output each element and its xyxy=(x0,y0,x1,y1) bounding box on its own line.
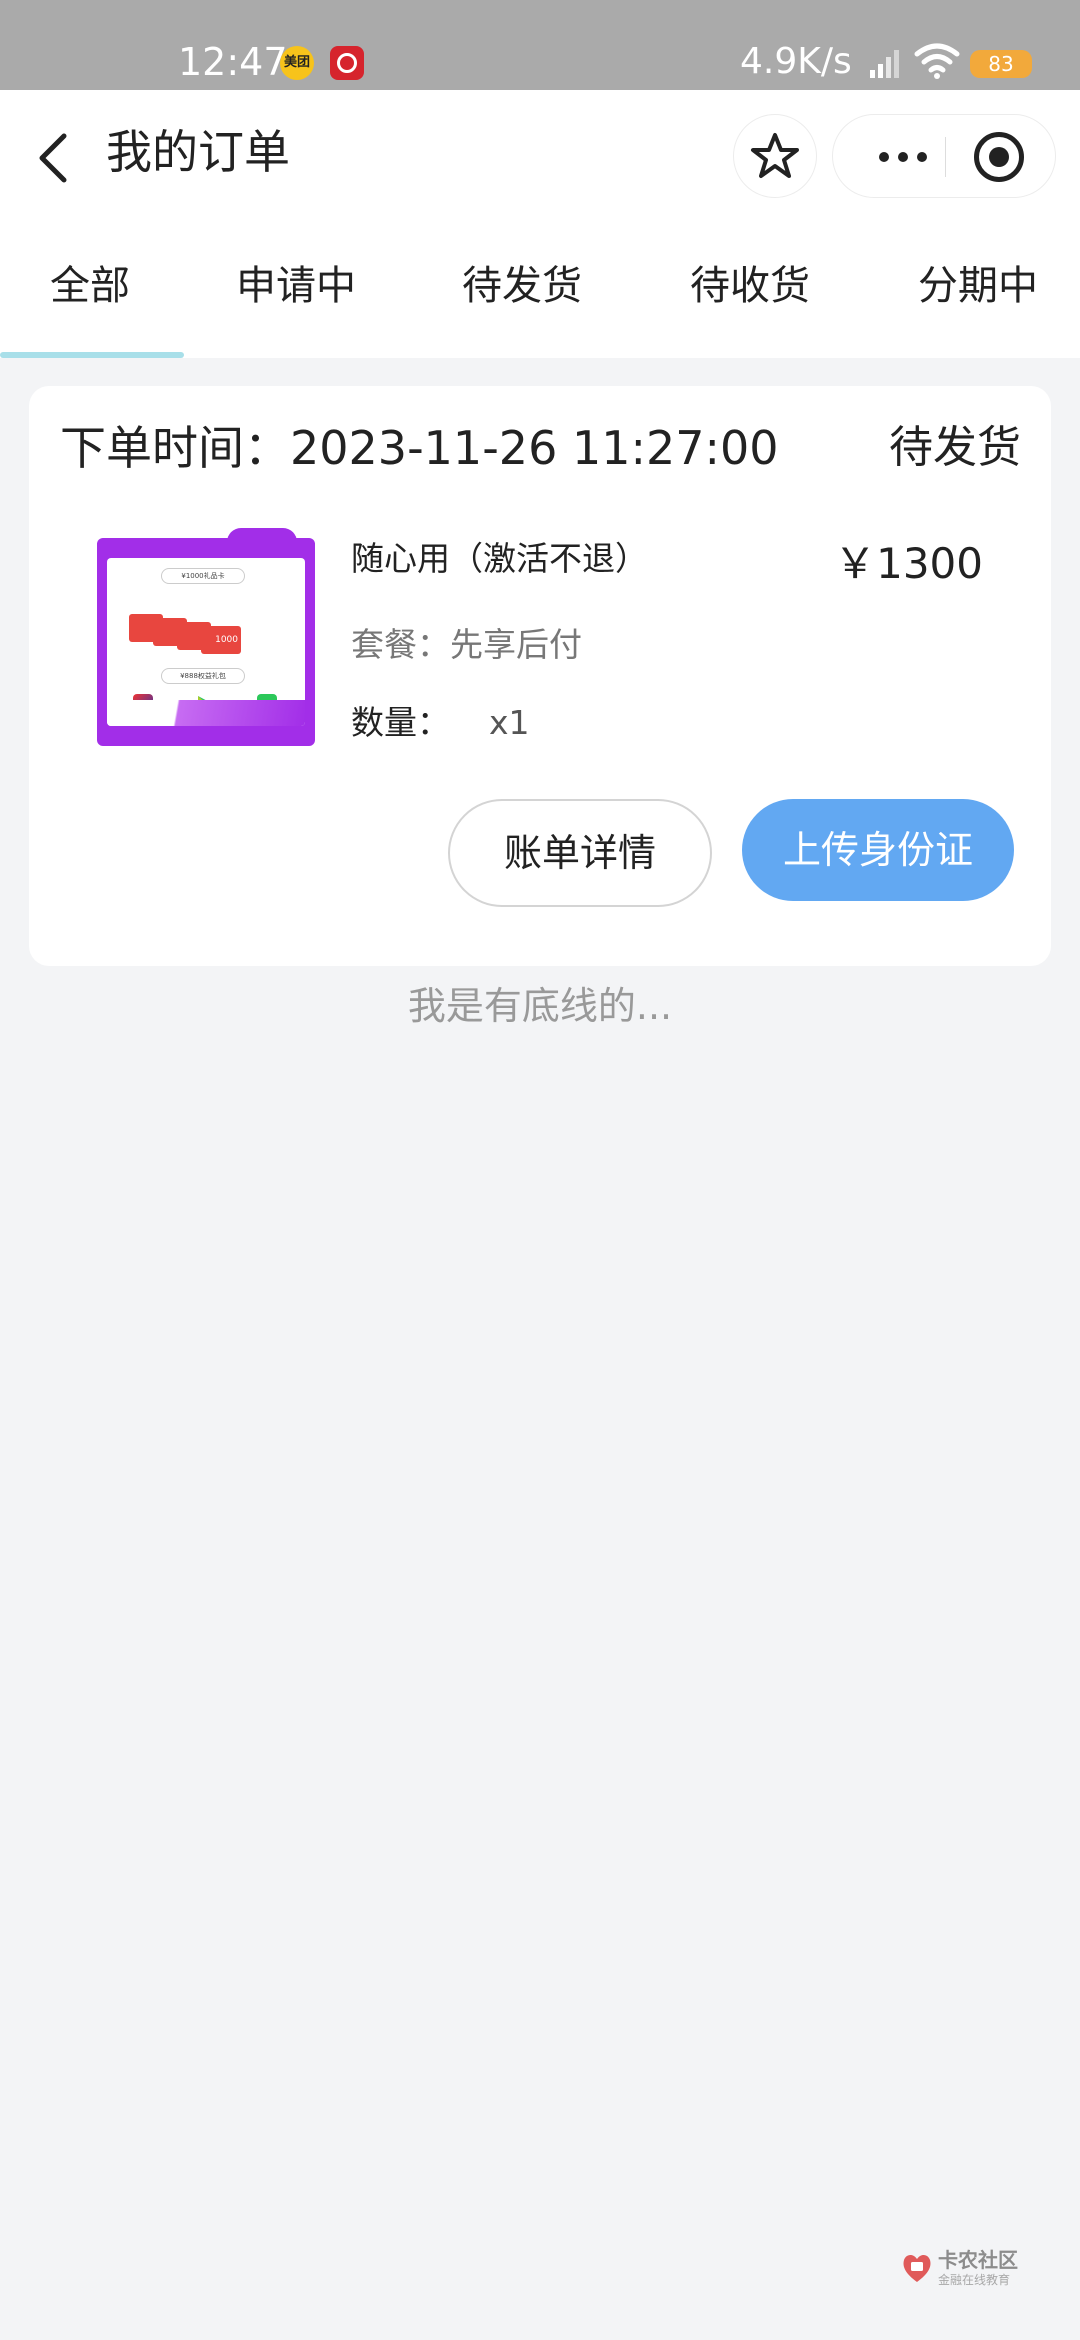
network-speed: 4.9K/s xyxy=(740,41,852,82)
benefit-pack-caption: ¥888权益礼包 xyxy=(161,668,245,684)
upload-id-button[interactable]: 上传身份证 xyxy=(742,799,1014,901)
active-tab-indicator xyxy=(0,352,184,358)
tab-all[interactable]: 全部 xyxy=(50,256,130,316)
tab-applying[interactable]: 申请中 xyxy=(236,256,356,316)
product-image-content: ¥1000礼品卡 1000 ¥888权益礼包 xyxy=(107,558,305,726)
status-time: 12:47 xyxy=(178,40,288,84)
watermark: 卡农社区 金融在线教育 xyxy=(900,2248,1050,2292)
product-price: ￥1300 xyxy=(834,539,983,588)
tab-pending-receipt[interactable]: 待收货 xyxy=(690,256,810,316)
order-card[interactable]: 下单时间：2023-11-26 11:27:00 待发货 ¥1000礼品卡 10… xyxy=(29,386,1051,966)
signal-icon xyxy=(870,50,899,78)
nav-header: 我的订单 xyxy=(0,90,1080,220)
favorite-button[interactable] xyxy=(733,114,817,198)
mini-program-capsule xyxy=(832,114,1056,198)
tab-pending-shipment[interactable]: 待发货 xyxy=(462,256,582,316)
quantity-value: x1 xyxy=(489,703,530,742)
order-tabs: 全部 申请中 待发货 待收货 分期中 xyxy=(0,220,1080,358)
bill-details-button[interactable]: 账单详情 xyxy=(448,799,712,907)
kanong-logo-icon xyxy=(903,2254,931,2282)
wifi-icon xyxy=(914,43,960,79)
star-icon xyxy=(751,133,799,178)
meituan-notification-icon: 美团 xyxy=(280,46,314,80)
quantity-label: 数量： xyxy=(351,703,450,742)
bank-notification-icon xyxy=(330,46,364,80)
close-miniprogram-icon[interactable] xyxy=(974,132,1024,182)
watermark-subtitle: 金融在线教育 xyxy=(938,2273,1011,2287)
product-package: 套餐：先享后付 xyxy=(351,625,582,664)
tab-installment[interactable]: 分期中 xyxy=(918,256,1038,316)
gift-card-caption: ¥1000礼品卡 xyxy=(161,568,245,584)
watermark-title: 卡农社区 xyxy=(938,2248,1018,2272)
gift-card-value: 1000 xyxy=(201,626,241,654)
order-time: 下单时间：2023-11-26 11:27:00 xyxy=(60,421,779,475)
back-arrow-icon[interactable] xyxy=(30,128,80,188)
page-title: 我的订单 xyxy=(106,125,290,179)
capsule-divider xyxy=(945,137,946,177)
more-icon[interactable] xyxy=(863,131,943,183)
status-bar: 12:47 美团 4.9K/s 83 xyxy=(0,0,1080,90)
product-name: 随心用（激活不退） xyxy=(351,539,648,578)
order-status: 待发货 xyxy=(889,422,1021,473)
end-of-list-text: 我是有底线的... xyxy=(407,984,673,1028)
product-image[interactable]: ¥1000礼品卡 1000 ¥888权益礼包 xyxy=(97,528,315,748)
battery-indicator: 83 xyxy=(970,50,1032,78)
